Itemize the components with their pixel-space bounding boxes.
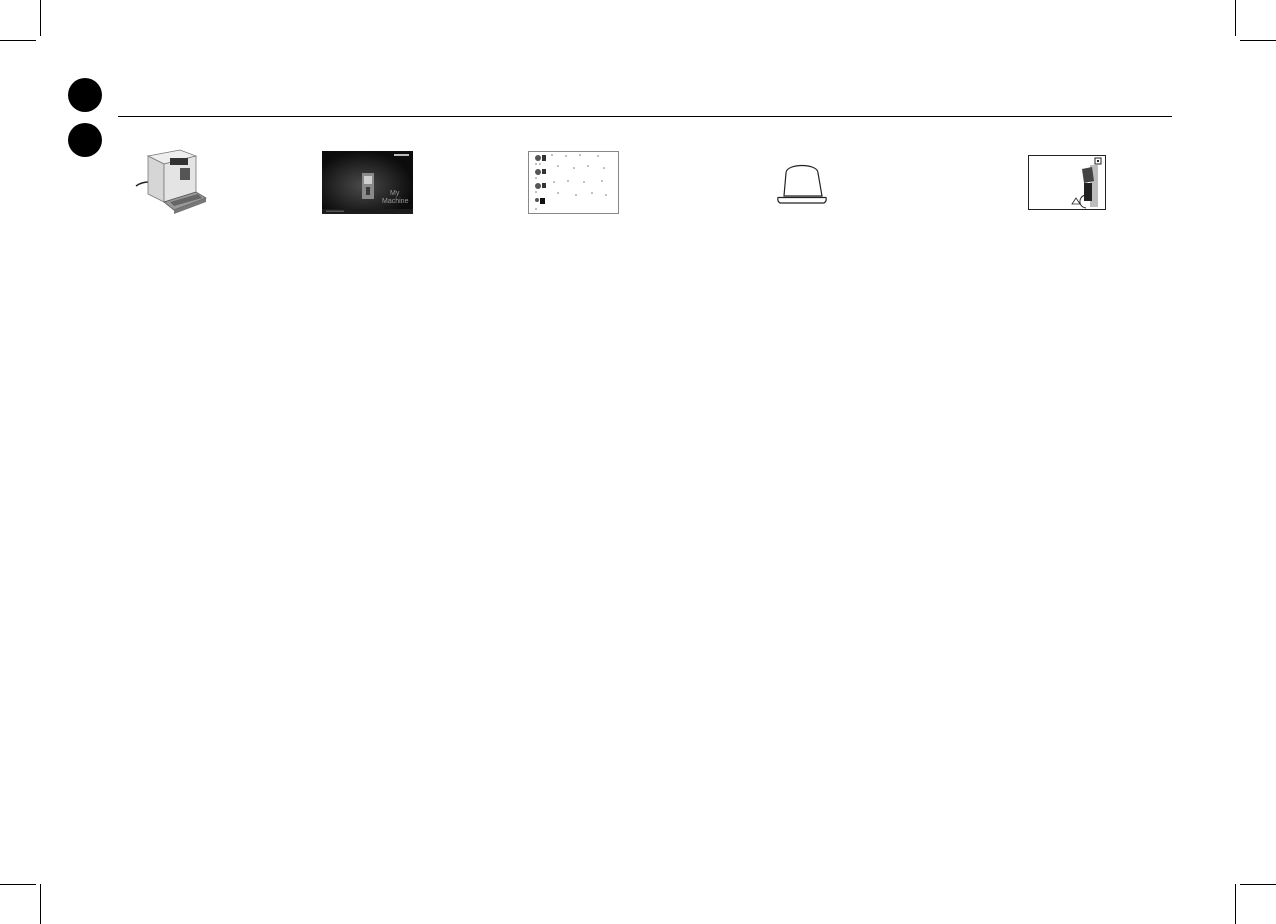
section-bullet-2 [68, 123, 102, 157]
instruction-sheet-illustration [528, 151, 619, 214]
welcome-booklet-illustration: My Machine [322, 151, 413, 214]
booklet-title-line1: My [390, 190, 400, 197]
crop-mark-top-left-h [0, 40, 36, 41]
coffee-machine-illustration [134, 146, 214, 216]
instruction-sheet-icon [528, 151, 619, 214]
capsule-illustration [776, 160, 828, 206]
crop-mark-bottom-left-h [0, 884, 36, 885]
crop-mark-bottom-right-h [1240, 884, 1276, 885]
crop-mark-bottom-right-v [1235, 884, 1236, 924]
crop-mark-top-right-v [1235, 0, 1236, 36]
machine-card-illustration [1028, 155, 1106, 210]
crop-mark-top-left-v [40, 0, 41, 36]
machine-card-icon [1028, 155, 1106, 210]
welcome-booklet-icon: My Machine [322, 151, 413, 214]
header-rule [118, 116, 1172, 117]
booklet-title-line2: Machine [382, 198, 409, 205]
coffee-machine-icon [135, 149, 207, 214]
section-bullet-1 [68, 78, 102, 112]
crop-mark-bottom-left-v [40, 884, 41, 924]
capsule-icon [777, 164, 827, 204]
crop-mark-top-right-h [1240, 40, 1276, 41]
